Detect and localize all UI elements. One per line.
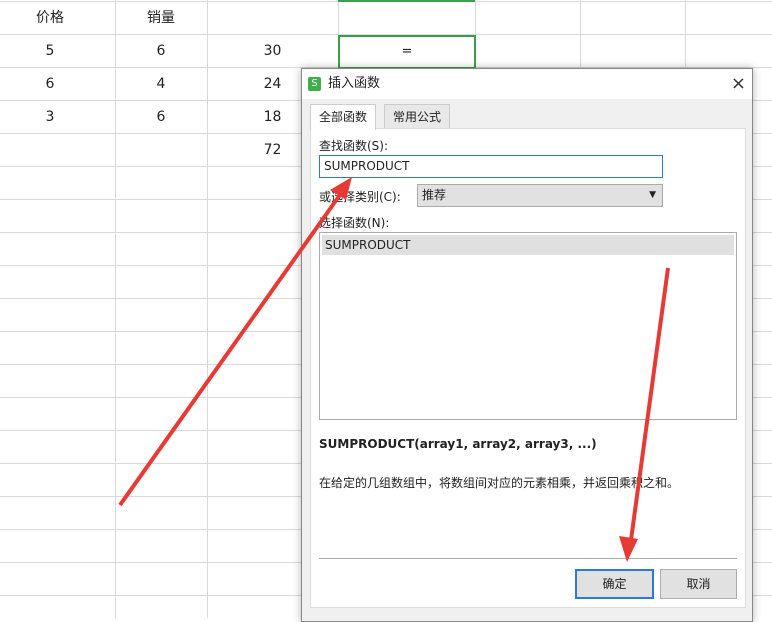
arrow-to-ok xyxy=(619,267,670,562)
arrow-to-search xyxy=(118,177,352,507)
tab-all-functions[interactable]: 全部函数 xyxy=(310,104,377,130)
annotation-arrows xyxy=(118,177,670,562)
